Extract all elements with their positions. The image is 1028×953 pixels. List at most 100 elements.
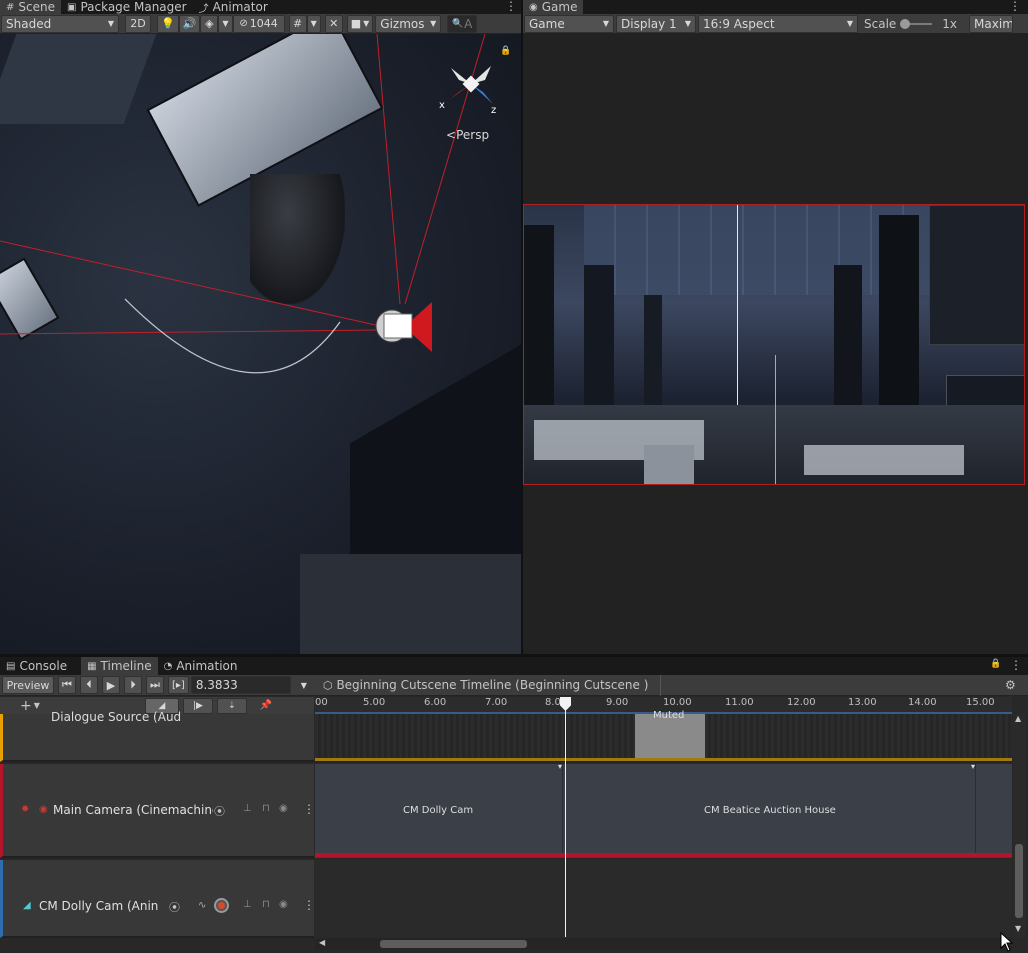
scroll-up-icon[interactable]: ▲ bbox=[1015, 714, 1021, 723]
replace-icon: ⇣ bbox=[228, 700, 236, 711]
pin-icon[interactable]: ⊥ bbox=[243, 803, 252, 814]
lock-icon[interactable]: ⊓ bbox=[262, 899, 270, 910]
gizmos-dropdown[interactable]: Gizmos ▼ bbox=[375, 14, 442, 33]
scale-control: Scale 1x bbox=[864, 16, 958, 31]
eye-icon[interactable]: ◉ bbox=[279, 899, 288, 910]
track-header-main-camera[interactable]: ✹ ◉ Main Camera (Cinemachine ⦿ ⊥ ⊓ ◉ ⋮ bbox=[0, 764, 315, 858]
audio-toggle[interactable]: 🔊 bbox=[178, 14, 201, 33]
curves-icon[interactable]: ∿ bbox=[198, 900, 206, 911]
projection-toggle[interactable]: <Persp bbox=[446, 128, 489, 142]
game-tab-menu-icon[interactable]: ⋮ bbox=[1009, 0, 1021, 13]
grid-dropdown[interactable]: ▼ bbox=[306, 14, 321, 33]
ruler-tick-label: 14.00 bbox=[908, 697, 937, 708]
scene-toolbar: Shaded ▼ 2D 💡 🔊 ◈ ▼ ⊘ 1044 # ▼ ✕ ■ ▼ Gizmo… bbox=[0, 14, 521, 34]
track-content-dolly-cam[interactable] bbox=[315, 860, 1012, 938]
track-name: CM Dolly Cam (Anin bbox=[39, 899, 159, 913]
eye-slash-icon: ⊘ bbox=[239, 18, 248, 29]
tab-game[interactable]: ◉ Game bbox=[523, 0, 584, 14]
scroll-left-icon[interactable]: ◀ bbox=[319, 938, 325, 947]
2d-toggle[interactable]: 2D bbox=[125, 14, 151, 33]
camera-gizmo-icon[interactable] bbox=[370, 296, 438, 356]
track-name: Main Camera (Cinemachine bbox=[53, 803, 213, 817]
scene-tabbar: # Scene ▣ Package Manager ⤴ Animator ⋮ bbox=[0, 0, 521, 15]
timeline-toolbar: Preview ⏮ ⏴ ▶ ⏵ ⏭ [▸] 8.3833 ▼ ⬡ Beginni… bbox=[0, 674, 1028, 696]
frame-format-dropdown[interactable]: ▼ bbox=[295, 676, 313, 694]
eye-icon[interactable]: ◉ bbox=[279, 803, 288, 814]
go-to-end-button[interactable]: ⏭ bbox=[146, 676, 164, 694]
grid-toggle[interactable]: # bbox=[288, 14, 307, 33]
timeline-tab-menu-icon[interactable]: ⋮ bbox=[1010, 658, 1022, 672]
game-render[interactable] bbox=[523, 204, 1025, 485]
camera-settings-button[interactable]: ■ ▼ bbox=[346, 14, 374, 33]
timeline-breadcrumb[interactable]: ⬡ Beginning Cutscene Timeline (Beginning… bbox=[323, 674, 662, 696]
track-menu-icon[interactable]: ⋮ bbox=[303, 802, 315, 816]
track-content-main-camera[interactable]: CM Dolly Cam CM Beatice Auction House ▾ … bbox=[315, 762, 1012, 858]
scale-slider-thumb[interactable] bbox=[900, 18, 911, 29]
replace-toggle[interactable]: ⇣ bbox=[216, 697, 247, 714]
preview-toggle[interactable]: Preview bbox=[2, 676, 54, 694]
ramp-icon: ◢ bbox=[158, 700, 166, 711]
game-view-dropdown[interactable]: Game ▼ bbox=[524, 14, 614, 33]
display-case bbox=[804, 445, 964, 475]
track-content-dialogue[interactable]: Muted bbox=[315, 710, 1012, 762]
lighting-toggle[interactable]: 💡 bbox=[157, 14, 179, 33]
muted-clip[interactable]: Muted bbox=[635, 710, 705, 758]
effects-dropdown[interactable]: ▼ bbox=[218, 14, 233, 33]
console-icon: ▤ bbox=[6, 660, 16, 672]
gamepad-icon: ◉ bbox=[529, 1, 538, 13]
maximize-toggle[interactable]: Maximi bbox=[969, 14, 1014, 33]
tab-scene[interactable]: # Scene bbox=[0, 0, 61, 14]
layers-icon: ◈ bbox=[205, 17, 214, 30]
aspect-dropdown[interactable]: 16:9 Aspect ▼ bbox=[698, 14, 858, 33]
ripple-toggle[interactable]: |▶ bbox=[182, 697, 213, 714]
tools-toggle[interactable]: ✕ bbox=[324, 14, 343, 33]
step-forward-icon: ⏵ bbox=[130, 678, 136, 691]
play-range-toggle[interactable]: [▸] bbox=[168, 676, 189, 694]
timeline-settings-icon[interactable]: ⚙ bbox=[1005, 678, 1016, 692]
track-header-dolly-cam[interactable]: ◢ CM Dolly Cam (Anin ⦿ ∿ ⊥ ⊓ ◉ ⋮ bbox=[0, 860, 315, 938]
track-menu-icon[interactable]: ⋮ bbox=[303, 898, 315, 912]
add-track-button[interactable]: + ▼ bbox=[20, 698, 40, 714]
play-button[interactable]: ▶ bbox=[102, 676, 120, 694]
tab-animation[interactable]: ◔ Animation bbox=[158, 657, 244, 675]
next-frame-button[interactable]: ⏵ bbox=[124, 676, 142, 694]
ruler-tick-label: 9.00 bbox=[606, 697, 629, 708]
target-icon[interactable]: ⦿ bbox=[169, 899, 180, 915]
track-name: Dialogue Source (Audio bbox=[51, 710, 181, 724]
tab-console[interactable]: ▤ Console bbox=[0, 657, 73, 675]
scene-search-input[interactable]: 🔍 A bbox=[447, 14, 478, 33]
scroll-down-icon[interactable]: ▼ bbox=[1015, 924, 1021, 933]
vertical-scroll-thumb[interactable] bbox=[1015, 844, 1023, 918]
scene-tab-menu-icon[interactable]: ⋮ bbox=[505, 0, 517, 13]
horizontal-scroll-thumb[interactable] bbox=[380, 940, 527, 948]
clip-dolly-cam[interactable]: CM Dolly Cam bbox=[315, 764, 563, 854]
vertical-scrollbar[interactable]: ▲ ▼ bbox=[1013, 714, 1025, 938]
scene-view[interactable]: x z 🔒 <Persp bbox=[0, 34, 521, 654]
timeline-lock-icon[interactable]: 🔒 bbox=[990, 659, 1001, 669]
scale-slider[interactable] bbox=[900, 18, 933, 29]
wrench-icon: ✕ bbox=[329, 17, 339, 30]
shading-dropdown[interactable]: Shaded ▼ bbox=[1, 14, 119, 33]
display-dropdown[interactable]: Display 1 ▼ bbox=[616, 14, 696, 33]
hidden-objects-toggle[interactable]: ⊘ 1044 bbox=[232, 14, 285, 33]
orientation-gizmo[interactable]: x z bbox=[437, 62, 507, 122]
lock-icon[interactable]: ⊓ bbox=[262, 803, 270, 814]
tab-animator[interactable]: ⤴ Animator bbox=[193, 0, 274, 15]
record-button[interactable] bbox=[214, 898, 229, 913]
effects-toggle[interactable]: ◈ bbox=[200, 14, 219, 33]
horizontal-scrollbar[interactable]: ◀ bbox=[315, 938, 1012, 950]
camera-icon: ■ bbox=[350, 17, 362, 30]
tab-package-manager[interactable]: ▣ Package Manager bbox=[61, 0, 193, 14]
target-icon[interactable]: ⦿ bbox=[214, 803, 225, 819]
pin-toggle[interactable]: 📌 bbox=[251, 698, 281, 714]
go-to-start-button[interactable]: ⏮ bbox=[58, 676, 76, 694]
gizmo-x-label: x bbox=[439, 100, 445, 111]
tab-timeline[interactable]: ▦ Timeline bbox=[81, 657, 158, 675]
gizmo-lock-icon[interactable]: 🔒 bbox=[500, 46, 511, 56]
pin-icon[interactable]: ⊥ bbox=[243, 899, 252, 910]
frame-input[interactable]: 8.3833 bbox=[190, 676, 291, 694]
previous-frame-button[interactable]: ⏴ bbox=[80, 676, 98, 694]
clip-beatice[interactable]: CM Beatice Auction House bbox=[563, 764, 976, 854]
playhead[interactable] bbox=[565, 697, 566, 937]
track-header-dialogue[interactable]: Dialogue Source (Audio bbox=[0, 710, 314, 762]
